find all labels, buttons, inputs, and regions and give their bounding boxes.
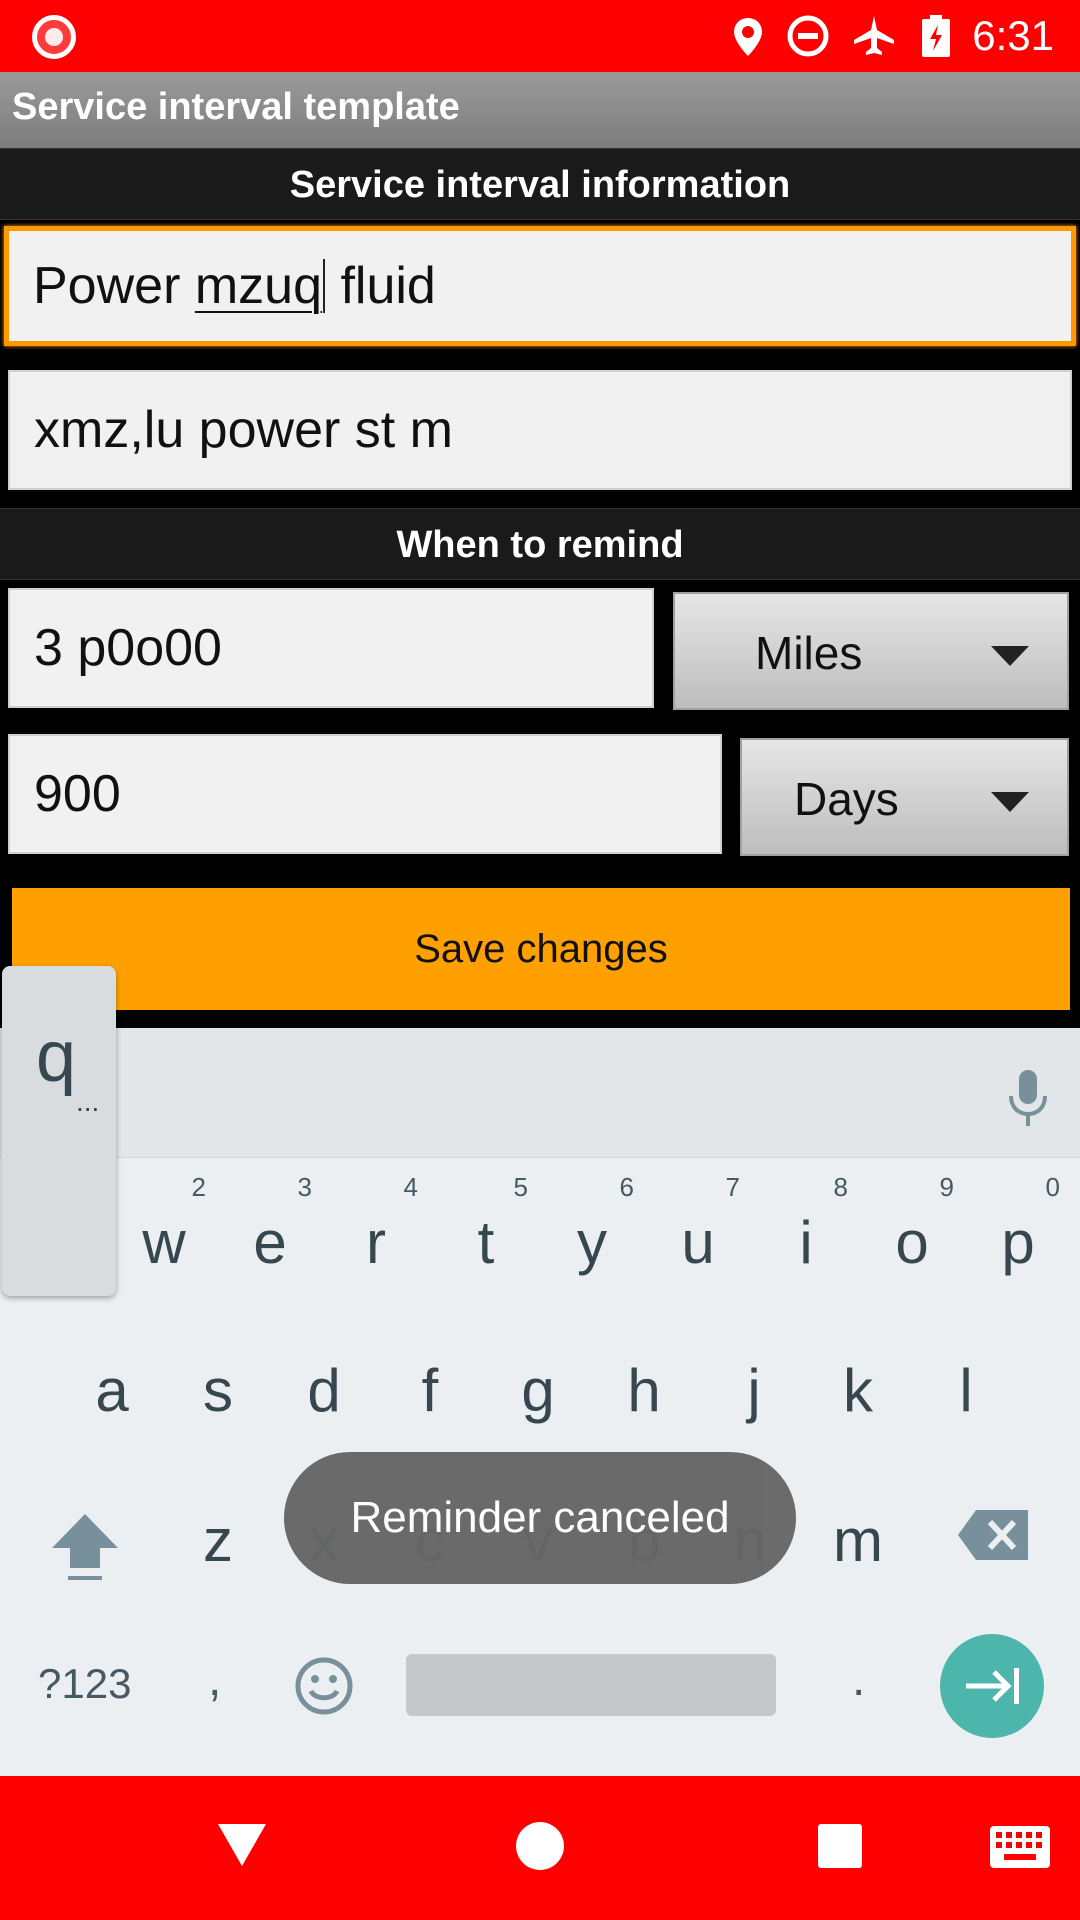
dropdown-arrow-icon: [991, 792, 1029, 812]
more-keys-indicator: ...: [76, 1086, 100, 1117]
service-name-field[interactable]: Power mzuq fluid: [4, 226, 1076, 346]
dropdown-arrow-icon: [991, 646, 1029, 666]
status-bar: 6:31: [0, 0, 1080, 72]
text-cursor: [323, 259, 325, 313]
key-preview-popup: q ...: [2, 966, 116, 1296]
key-l[interactable]: l: [916, 1356, 1016, 1425]
status-time: 6:31: [972, 12, 1054, 59]
page-title: Service interval template: [12, 86, 460, 128]
section-header-remind: When to remind: [0, 508, 1080, 580]
keyboard-switch-icon[interactable]: [990, 1826, 1050, 1868]
tab-next-icon: [966, 1668, 1019, 1704]
service-name-text-after: fluid: [326, 257, 436, 315]
key-k[interactable]: k: [808, 1356, 908, 1425]
battery-charging-icon: [922, 15, 950, 57]
miles-interval-text: 3 p0o00: [34, 619, 222, 677]
symbols-key[interactable]: ?123: [38, 1660, 131, 1708]
key-u[interactable]: u7: [648, 1172, 748, 1277]
key-i[interactable]: i8: [756, 1172, 856, 1277]
period-key[interactable]: .: [852, 1652, 865, 1707]
distance-unit-dropdown[interactable]: Miles: [673, 592, 1069, 710]
backspace-icon[interactable]: [956, 1508, 1030, 1562]
time-unit-dropdown[interactable]: Days: [740, 738, 1069, 856]
home-icon[interactable]: [516, 1822, 564, 1870]
key-w[interactable]: w2: [114, 1172, 214, 1277]
service-name-text-before: Power: [33, 257, 195, 315]
time-unit-label: Days: [794, 773, 899, 825]
composing-word: mzuq: [194, 257, 322, 315]
section-header-info: Service interval information: [0, 148, 1080, 220]
key-f[interactable]: f: [380, 1356, 480, 1425]
key-g[interactable]: g: [488, 1356, 588, 1425]
key-a[interactable]: a: [62, 1356, 162, 1425]
navigation-bar: [0, 1776, 1080, 1920]
location-icon: [734, 18, 762, 56]
miles-interval-field[interactable]: 3 p0o00: [8, 588, 654, 708]
service-description-field[interactable]: xmz,lu power st m: [8, 370, 1072, 490]
save-changes-button[interactable]: Save changes: [12, 888, 1070, 1010]
key-p[interactable]: p0: [968, 1172, 1068, 1277]
screen-record-icon: [32, 15, 76, 59]
days-interval-field[interactable]: 900: [8, 734, 722, 854]
toast-message: Reminder canceled: [284, 1452, 796, 1584]
comma-key[interactable]: ,: [208, 1652, 221, 1707]
key-o[interactable]: o9: [862, 1172, 962, 1277]
suggestion-strip: [0, 1028, 1080, 1158]
key-m[interactable]: m: [808, 1506, 908, 1575]
days-interval-text: 900: [34, 765, 121, 823]
key-r[interactable]: r4: [326, 1172, 426, 1277]
key-e[interactable]: e3: [220, 1172, 320, 1277]
service-description-text: xmz,lu power st m: [34, 401, 453, 459]
key-h[interactable]: h: [594, 1356, 694, 1425]
distance-unit-label: Miles: [755, 627, 863, 679]
shift-icon[interactable]: [48, 1508, 122, 1584]
key-t[interactable]: t5: [436, 1172, 536, 1277]
key-j[interactable]: j: [704, 1356, 804, 1425]
key-preview-letter: q: [36, 1017, 77, 1097]
emoji-icon[interactable]: [294, 1656, 354, 1716]
key-d[interactable]: d: [274, 1356, 374, 1425]
app-bar: Service interval template: [0, 72, 1080, 148]
do-not-disturb-icon: [787, 15, 829, 57]
key-z[interactable]: z: [168, 1506, 268, 1575]
back-icon[interactable]: [218, 1824, 266, 1866]
key-y[interactable]: y6: [542, 1172, 642, 1277]
space-bar[interactable]: [406, 1654, 776, 1716]
next-field-button[interactable]: [940, 1634, 1044, 1738]
key-s[interactable]: s: [168, 1356, 268, 1425]
microphone-icon[interactable]: [1006, 1068, 1050, 1130]
recents-icon[interactable]: [818, 1824, 862, 1868]
airplane-mode-icon: [854, 16, 894, 55]
